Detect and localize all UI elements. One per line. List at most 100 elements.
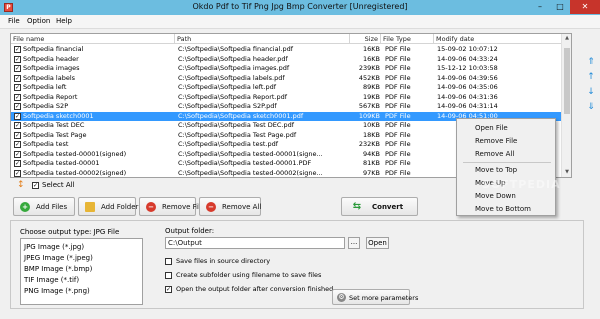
file-path-cell: C:\Softpedia\Softpedia labels.pdf <box>178 73 285 82</box>
file-size-cell: 232KB <box>358 140 380 148</box>
row-checkbox[interactable]: ✓ <box>14 84 21 91</box>
table-row[interactable]: ✓ Softpedia images C:\Softpedia\Softpedia … <box>11 64 561 74</box>
row-checkbox[interactable]: ✓ <box>14 131 21 139</box>
convert-button[interactable]: ⇆ Convert <box>341 197 418 216</box>
file-size-cell: 109KB <box>358 111 380 120</box>
file-path-cell: C:\Softpedia\Softpedia tested-00001.PDF <box>178 159 312 167</box>
menu-bar: File Option Help <box>0 15 600 29</box>
file-name-cell: Softpedia tested-00001 <box>23 159 100 167</box>
output-type-png[interactable]: PNG Image (*.png) <box>24 287 90 295</box>
remove-all-button[interactable]: − Remove All <box>199 197 261 216</box>
menu-option[interactable]: Option <box>27 17 50 25</box>
ctx-remove-file[interactable]: Remove File <box>475 137 517 145</box>
file-path-cell: C:\Softpedia\Softpedia tested-00001(sign… <box>178 149 323 158</box>
row-checkbox[interactable]: ✓ <box>14 93 21 101</box>
file-path-cell: C:\Softpedia\Softpedia tested-00002(sign… <box>178 168 323 177</box>
row-checkbox[interactable]: ✓ <box>14 65 21 72</box>
remove-all-icon: − <box>206 202 216 212</box>
row-checkbox[interactable]: ✓ <box>14 169 21 177</box>
column-header-path[interactable]: Path <box>175 34 350 44</box>
browse-button[interactable]: ... <box>348 237 360 249</box>
option-checkbox[interactable] <box>165 258 172 265</box>
gear-icon: ⚙ <box>337 293 346 302</box>
option-checkbox[interactable]: ✓ <box>165 286 172 293</box>
folder-icon <box>85 202 95 212</box>
close-button[interactable]: ✕ <box>570 0 600 14</box>
output-folder-input[interactable] <box>165 237 345 249</box>
file-name-cell: Softpedia left <box>23 83 67 91</box>
row-checkbox[interactable]: ✓ <box>14 74 21 82</box>
move-to-bottom-icon[interactable]: ⇓ <box>586 101 596 113</box>
option-label: Open the output folder after conversion … <box>176 285 334 293</box>
file-path-cell: C:\Softpedia\Softpedia financial.pdf <box>178 45 293 53</box>
table-row[interactable]: ✓ Softpedia header C:\Softpedia\Softpedia … <box>11 55 561 65</box>
remove-all-label: Remove All <box>222 203 262 211</box>
move-to-top-icon[interactable]: ⇑ <box>586 56 596 68</box>
maximize-button[interactable]: □ <box>550 0 570 14</box>
option-checkbox[interactable] <box>165 272 172 279</box>
set-more-parameters-button[interactable]: ⚙ Set more parameters <box>332 289 418 305</box>
file-type-cell: PDF File <box>385 168 411 177</box>
file-type-cell: PDF File <box>385 83 411 91</box>
row-checkbox[interactable]: ✓ <box>14 46 21 53</box>
column-header-size[interactable]: Size <box>350 34 381 44</box>
file-name-cell: Softpedia images <box>23 64 80 72</box>
row-checkbox[interactable]: ✓ <box>14 55 21 63</box>
ctx-move-to-top[interactable]: Move to Top <box>475 166 517 174</box>
remove-file-button[interactable]: − Remove File <box>139 197 204 216</box>
row-checkbox[interactable]: ✓ <box>14 122 21 129</box>
output-type-jpg[interactable]: JPG Image (*.jpg) <box>24 243 84 251</box>
file-path-cell: C:\Softpedia\Softpedia Report.pdf <box>178 92 288 101</box>
file-name-cell: Softpedia Test DEC <box>23 121 85 129</box>
table-row[interactable]: ✓ Softpedia S2P C:\Softpedia\Softpedia S2P… <box>11 102 561 112</box>
column-header-file-type[interactable]: File Type <box>381 34 434 44</box>
table-row[interactable]: ✓ Softpedia financial C:\Softpedia\Softped… <box>11 45 561 55</box>
row-checkbox[interactable]: ✓ <box>14 160 21 167</box>
scrollbar-thumb[interactable] <box>564 48 570 114</box>
file-type-cell: PDF File <box>385 73 411 82</box>
column-header-file-name[interactable]: File name <box>11 34 175 44</box>
ctx-open-file[interactable]: Open File <box>475 124 508 132</box>
scroll-down-icon[interactable]: ▼ <box>562 168 571 177</box>
add-files-button[interactable]: + Add Files <box>13 197 75 216</box>
file-size-cell: 19KB <box>363 92 380 101</box>
add-folder-button[interactable]: Add Folder <box>78 197 138 216</box>
minimize-button[interactable]: – <box>530 0 550 14</box>
add-files-label: Add Files <box>36 203 68 211</box>
modify-date-cell: 14-09-06 04:33:24 <box>437 54 498 63</box>
ctx-move-down[interactable]: Move Down <box>475 192 516 200</box>
file-size-cell: 16KB <box>363 45 380 53</box>
row-checkbox[interactable]: ✓ <box>14 103 21 110</box>
output-type-jpeg[interactable]: JPEG Image (*.jpeg) <box>24 254 93 262</box>
open-folder-button[interactable]: Open <box>366 237 389 249</box>
context-menu: Open File Remove File Remove All Move to… <box>456 118 556 216</box>
output-type-bmp[interactable]: BMP Image (*.bmp) <box>24 265 92 273</box>
file-size-cell: 18KB <box>363 130 380 139</box>
move-down-icon[interactable]: ↓ <box>586 86 596 98</box>
file-path-cell: C:\Softpedia\Softpedia header.pdf <box>178 54 288 63</box>
table-row[interactable]: ✓ Softpedia labels C:\Softpedia\Softpedia … <box>11 74 561 84</box>
file-size-cell: 97KB <box>363 168 380 177</box>
table-row[interactable]: ✓ Softpedia left C:\Softpedia\Softpedia le… <box>11 83 561 93</box>
menu-file[interactable]: File <box>8 17 20 25</box>
row-checkbox[interactable]: ✓ <box>14 112 21 120</box>
file-type-cell: PDF File <box>385 149 411 158</box>
ctx-remove-all[interactable]: Remove All <box>475 150 514 158</box>
file-name-cell: Softpedia Test Page <box>23 130 87 139</box>
softpedia-watermark: SOFTPEDIA <box>482 178 561 191</box>
output-type-list[interactable]: JPG Image (*.jpg) JPEG Image (*.jpeg) BM… <box>20 238 143 305</box>
file-type-cell: PDF File <box>385 130 411 139</box>
move-icon[interactable]: ↕ <box>17 180 29 191</box>
select-all-checkbox[interactable]: ✓ <box>32 182 39 189</box>
scroll-up-icon[interactable]: ▲ <box>562 34 571 43</box>
vertical-scrollbar[interactable]: ▲ ▼ <box>561 34 571 177</box>
menu-help[interactable]: Help <box>56 17 72 25</box>
table-row[interactable]: ✓ Softpedia Report C:\Softpedia\Softpedia … <box>11 93 561 103</box>
option-label: Save files in source directory <box>176 257 271 265</box>
ctx-move-to-bottom[interactable]: Move to Bottom <box>475 205 531 213</box>
column-header-modify-date[interactable]: Modify date <box>434 34 561 44</box>
output-type-tif[interactable]: TIF Image (*.tif) <box>24 276 79 284</box>
row-checkbox[interactable]: ✓ <box>14 141 21 148</box>
row-checkbox[interactable]: ✓ <box>14 150 21 158</box>
move-up-icon[interactable]: ↑ <box>586 71 596 83</box>
